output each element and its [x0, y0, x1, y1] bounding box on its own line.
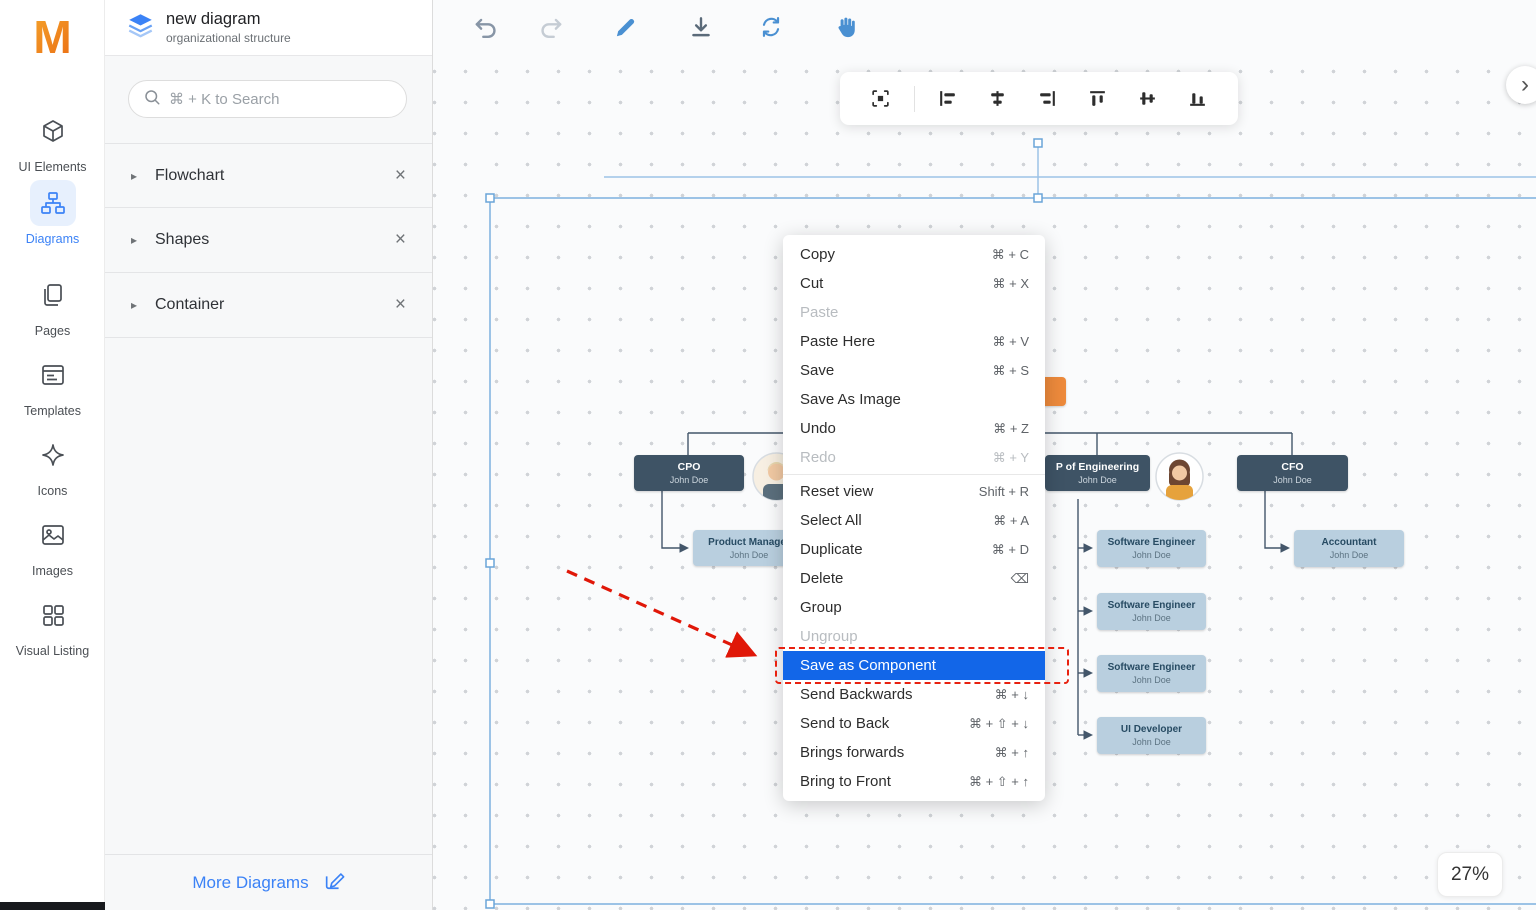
- pages-icon: [30, 272, 76, 318]
- menu-item-send-backwards[interactable]: Send Backwards ⌘ + ↓: [783, 680, 1045, 709]
- diagram-icon: [30, 180, 76, 226]
- caret-right-icon[interactable]: ▸: [131, 233, 155, 247]
- org-node-cpo[interactable]: CPO John Doe: [634, 455, 744, 491]
- search-input[interactable]: [169, 91, 392, 108]
- align-bottom-icon[interactable]: [1180, 82, 1214, 116]
- sidebar-item-images[interactable]: Images: [0, 512, 105, 578]
- image-icon: [30, 512, 76, 558]
- menu-item-reset-view[interactable]: Reset view Shift + R: [783, 477, 1045, 506]
- menu-item-paste: Paste: [783, 298, 1045, 327]
- menu-item-paste-here[interactable]: Paste Here ⌘ + V: [783, 327, 1045, 356]
- pan-button[interactable]: [826, 7, 866, 47]
- sidebar-item-diagrams[interactable]: Diagrams: [0, 180, 105, 246]
- download-button[interactable]: [681, 7, 721, 47]
- redo-button[interactable]: [531, 7, 571, 47]
- download-icon: [688, 14, 714, 40]
- hand-icon: [833, 14, 859, 40]
- pencil-icon: [612, 14, 638, 40]
- sync-button[interactable]: [751, 7, 791, 47]
- panel-footer: More Diagrams: [105, 854, 432, 910]
- align-right-icon[interactable]: [1030, 82, 1064, 116]
- menu-item-save-as-component[interactable]: Save as Component: [783, 651, 1045, 680]
- caret-right-icon[interactable]: ▸: [131, 169, 155, 183]
- panel-subtitle: organizational structure: [166, 31, 291, 45]
- compose-icon[interactable]: [323, 869, 345, 896]
- template-icon: [30, 352, 76, 398]
- menu-item-send-to-back[interactable]: Send to Back ⌘ + ⇧ + ↓: [783, 709, 1045, 738]
- align-toolbar: [840, 72, 1238, 125]
- menu-item-cut[interactable]: Cut ⌘ + X: [783, 269, 1045, 298]
- org-node-ui-developer[interactable]: UI Developer John Doe: [1097, 717, 1206, 754]
- section-flowchart[interactable]: ▸ Flowchart ×: [105, 143, 432, 208]
- close-icon[interactable]: ×: [395, 165, 406, 187]
- menu-item-save[interactable]: Save ⌘ + S: [783, 356, 1045, 385]
- close-icon[interactable]: ×: [395, 229, 406, 251]
- search-icon: [143, 88, 161, 111]
- menu-item-brings-forwards[interactable]: Brings forwards ⌘ + ↑: [783, 738, 1045, 767]
- org-node-vp-engineering[interactable]: P of Engineering John Doe: [1045, 455, 1150, 491]
- backspace-icon: ⌫: [1011, 571, 1029, 587]
- align-top-icon[interactable]: [1080, 82, 1114, 116]
- sidebar-item-icons[interactable]: Icons: [0, 432, 105, 498]
- caret-right-icon[interactable]: ▸: [131, 298, 155, 312]
- draw-button[interactable]: [605, 7, 645, 47]
- chevron-right-icon: ›: [1521, 71, 1529, 99]
- menu-item-save-as-image[interactable]: Save As Image: [783, 385, 1045, 414]
- menu-item-redo: Redo ⌘ + Y: [783, 443, 1045, 472]
- menu-item-undo[interactable]: Undo ⌘ + Z: [783, 414, 1045, 443]
- align-horizontal-center-icon[interactable]: [981, 82, 1015, 116]
- component-frame-icon[interactable]: [864, 82, 898, 116]
- search-box[interactable]: [128, 80, 407, 118]
- section-container[interactable]: ▸ Container ×: [105, 273, 432, 338]
- bottom-left-bar: [0, 902, 105, 910]
- sparkle-icon: [30, 432, 76, 478]
- zoom-level-badge[interactable]: 27%: [1437, 852, 1503, 897]
- context-menu: Copy ⌘ + C Cut ⌘ + X Paste Paste Here ⌘ …: [783, 235, 1045, 801]
- menu-item-copy[interactable]: Copy ⌘ + C: [783, 240, 1045, 269]
- menu-item-duplicate[interactable]: Duplicate ⌘ + D: [783, 535, 1045, 564]
- align-left-icon[interactable]: [931, 82, 965, 116]
- align-vertical-middle-icon[interactable]: [1130, 82, 1164, 116]
- org-node-cfo[interactable]: CFO John Doe: [1237, 455, 1348, 491]
- grid-icon: [30, 592, 76, 638]
- panel-header: new diagram organizational structure: [105, 0, 432, 56]
- panel-title: new diagram: [166, 10, 291, 29]
- menu-item-group[interactable]: Group: [783, 593, 1045, 622]
- org-node-software-engineer-2[interactable]: Software Engineer John Doe: [1097, 593, 1206, 630]
- sidebar-item-pages[interactable]: Pages: [0, 272, 105, 338]
- sidebar-item-ui-elements[interactable]: UI Elements: [0, 108, 105, 174]
- nav-rail: M UI Elements Diagrams Pages Templates: [0, 0, 105, 910]
- more-diagrams-link[interactable]: More Diagrams: [192, 873, 308, 893]
- section-shapes[interactable]: ▸ Shapes ×: [105, 208, 432, 273]
- app-logo[interactable]: M: [0, 10, 105, 64]
- section-list: ▸ Flowchart × ▸ Shapes × ▸ Container ×: [105, 143, 432, 338]
- cube-icon: [30, 108, 76, 154]
- undo-icon: [473, 14, 499, 40]
- org-node-accountant[interactable]: Accountant John Doe: [1294, 530, 1404, 567]
- layers-icon: [127, 12, 154, 44]
- undo-button[interactable]: [466, 7, 506, 47]
- toolbar-divider: [914, 86, 915, 112]
- org-node-software-engineer-3[interactable]: Software Engineer John Doe: [1097, 655, 1206, 692]
- menu-item-delete[interactable]: Delete ⌫: [783, 564, 1045, 593]
- expand-right-button[interactable]: ›: [1506, 66, 1536, 104]
- sidebar-item-templates[interactable]: Templates: [0, 352, 105, 418]
- sidebar-item-visual-listing[interactable]: Visual Listing: [0, 592, 105, 658]
- app-window: CPO John Doe P of Engineering John Doe C…: [0, 0, 1536, 910]
- org-node-software-engineer-1[interactable]: Software Engineer John Doe: [1097, 530, 1206, 567]
- menu-item-ungroup: Ungroup: [783, 622, 1045, 651]
- redo-icon: [538, 14, 564, 40]
- sync-icon: [758, 14, 784, 40]
- avatar-vp-engineering[interactable]: [1154, 451, 1205, 507]
- menu-item-bring-to-front[interactable]: Bring to Front ⌘ + ⇧ + ↑: [783, 767, 1045, 796]
- menu-item-select-all[interactable]: Select All ⌘ + A: [783, 506, 1045, 535]
- diagrams-panel: new diagram organizational structure ▸ F…: [105, 0, 433, 910]
- close-icon[interactable]: ×: [395, 294, 406, 316]
- menu-divider: [783, 474, 1045, 475]
